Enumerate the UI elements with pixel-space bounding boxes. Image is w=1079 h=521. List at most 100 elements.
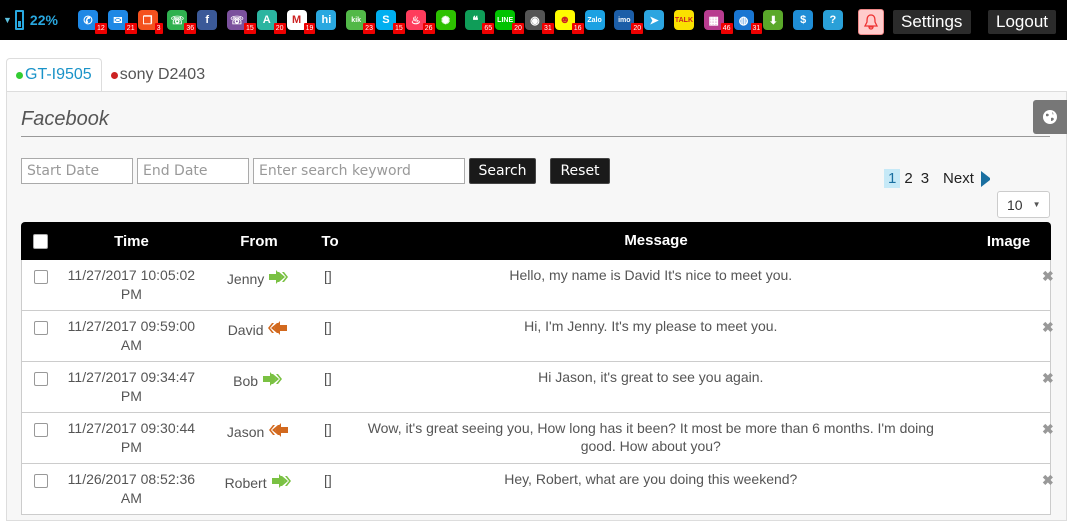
- header-from[interactable]: From: [204, 233, 314, 250]
- page-1-link[interactable]: 1: [884, 169, 901, 188]
- delete-icon[interactable]: ✖: [1042, 317, 1054, 336]
- header-time[interactable]: Time: [59, 232, 204, 251]
- wechat-icon[interactable]: ✺: [435, 10, 456, 30]
- message-to: []: [323, 472, 332, 488]
- row-checkbox[interactable]: [33, 423, 48, 437]
- header-image[interactable]: Image: [966, 233, 1051, 250]
- app-glyph: ⬇: [768, 14, 778, 27]
- next-page-link[interactable]: Next: [935, 168, 1002, 189]
- skype-icon[interactable]: S 15: [375, 10, 405, 34]
- app-count-badge: 46: [720, 23, 733, 34]
- end-date-field[interactable]: [137, 158, 249, 184]
- outgoing-arrow-icon: [269, 423, 289, 440]
- page-size-select[interactable]: 10 ▼: [997, 191, 1050, 218]
- tab-device-sony-d2403[interactable]: sony D2403: [102, 58, 214, 92]
- row-checkbox[interactable]: [33, 270, 48, 284]
- kakaotalk-icon[interactable]: TALK: [673, 10, 694, 30]
- copy-icon[interactable]: ❐ 3: [137, 10, 163, 34]
- tab-device-gt-i9505[interactable]: GT-I9505: [6, 58, 102, 92]
- notification-bell-icon[interactable]: [858, 9, 884, 35]
- phone-icon[interactable]: ✆ 12: [78, 10, 107, 34]
- reset-button[interactable]: Reset: [550, 158, 610, 184]
- app-glyph: kik: [351, 16, 362, 24]
- app-count-badge: 20: [273, 23, 286, 34]
- table-row[interactable]: 11/27/2017 09:30:44 PM Jason [] Wow, it's g…: [21, 413, 1054, 464]
- hi-icon[interactable]: hi: [316, 10, 337, 30]
- telegram-icon[interactable]: ➤: [644, 10, 665, 30]
- page-2-link[interactable]: 2: [900, 169, 916, 188]
- line-icon[interactable]: LINE 20: [495, 10, 524, 34]
- app-glyph: S: [382, 14, 390, 26]
- gallery-icon[interactable]: ▦ 46: [703, 10, 733, 34]
- app-count-badge: 16: [571, 23, 584, 34]
- delete-icon[interactable]: ✖: [1042, 266, 1054, 285]
- hangouts-icon[interactable]: ❝ 65: [465, 10, 495, 34]
- app-glyph: ✆: [83, 14, 93, 27]
- delete-icon[interactable]: ✖: [1042, 419, 1054, 438]
- snapchat-icon[interactable]: ☻ 16: [554, 10, 584, 34]
- header-message[interactable]: Message: [346, 232, 966, 250]
- row-checkbox[interactable]: [33, 321, 48, 335]
- viber-icon[interactable]: ☏ 15: [226, 10, 256, 34]
- pagination: 1 2 3 Next: [884, 168, 1002, 189]
- page-size-value: 10: [1007, 196, 1023, 213]
- row-select-cell: [22, 368, 60, 386]
- whatsapp-icon[interactable]: ☏ 36: [167, 10, 197, 34]
- header-to[interactable]: To: [314, 233, 346, 250]
- globe-button[interactable]: [1033, 100, 1067, 134]
- logout-button[interactable]: Logout: [988, 10, 1056, 34]
- dollar-icon[interactable]: $: [793, 10, 814, 30]
- message-from: Bob: [203, 368, 312, 389]
- row-select-cell: [22, 419, 60, 437]
- app-glyph: ☻: [558, 14, 571, 26]
- instagram-icon[interactable]: ◉ 31: [524, 10, 554, 34]
- app-glyph: LINE: [497, 16, 514, 24]
- app-count-badge: 36: [184, 23, 197, 34]
- kik-icon[interactable]: kik 23: [346, 10, 375, 34]
- a-app-icon[interactable]: A 20: [256, 10, 286, 34]
- app-icon-bar: ✆ 12 ✉ 21 ❐ 3 ☏ 36 f ☏ 15 A 20 M 19 hi kik 23 S 15 ♨ 26 ✺ ❝ 65 LI…: [78, 10, 853, 34]
- message-time: 11/27/2017 10:05:02 PM: [67, 267, 196, 302]
- download-icon[interactable]: ⬇: [763, 10, 784, 30]
- row-checkbox[interactable]: [33, 474, 48, 488]
- globe-icon: [1043, 110, 1057, 124]
- search-keyword-input[interactable]: [253, 158, 465, 184]
- delete-icon[interactable]: ✖: [1042, 368, 1054, 387]
- select-all-checkbox[interactable]: [32, 233, 48, 249]
- help-icon[interactable]: ?: [822, 10, 843, 30]
- row-select-cell: [22, 266, 60, 284]
- row-checkbox[interactable]: [33, 372, 48, 386]
- table-row[interactable]: 11/26/2017 08:52:36 AM Robert [] Hey, Rober…: [21, 464, 1054, 515]
- app-glyph: M: [291, 14, 302, 26]
- table-row[interactable]: 11/27/2017 09:59:00 AM David [] Hi, I'm Jen…: [21, 311, 1054, 362]
- caret-down-icon[interactable]: ▼: [3, 15, 12, 25]
- search-button[interactable]: Search: [469, 158, 536, 184]
- table-header: Time From To Message Image: [21, 222, 1051, 260]
- incoming-arrow-icon: [269, 270, 289, 287]
- app-glyph: ✉: [113, 14, 123, 27]
- table-row[interactable]: 11/27/2017 10:05:02 PM Jenny [] Hello, my n…: [21, 260, 1054, 311]
- top-bar: ▼ 22% ✆ 12 ✉ 21 ❐ 3 ☏ 36 f ☏ 15 A 20 M 19 hi kik 23 S 15 ♨ 26…: [0, 0, 1067, 40]
- message-to: []: [323, 319, 332, 335]
- app-glyph: Zalo: [587, 16, 602, 24]
- app-glyph: hi: [321, 14, 332, 26]
- app-glyph: ✺: [440, 14, 451, 27]
- app-count-badge: 31: [750, 23, 763, 34]
- zalo-icon[interactable]: Zalo: [584, 10, 605, 30]
- facebook-icon[interactable]: f: [197, 10, 218, 30]
- table-row[interactable]: 11/27/2017 09:34:47 PM Bob [] Hi Jason, it'…: [21, 362, 1054, 413]
- mail-icon[interactable]: ✉ 21: [107, 10, 137, 34]
- delete-icon[interactable]: ✖: [1042, 470, 1054, 489]
- caret-down-icon: ▼: [1032, 200, 1041, 209]
- app-glyph: ◉: [530, 14, 540, 27]
- gmail-icon[interactable]: M 19: [286, 10, 316, 34]
- imo-icon[interactable]: imo 20: [614, 10, 644, 34]
- tinder-icon[interactable]: ♨ 26: [405, 10, 435, 34]
- settings-button[interactable]: Settings: [893, 10, 971, 34]
- app-count-badge: 12: [95, 23, 107, 34]
- start-date-field[interactable]: [21, 158, 133, 184]
- message-to: []: [323, 370, 332, 386]
- app-count-badge: 65: [482, 23, 495, 34]
- browser-icon[interactable]: ◍ 31: [733, 10, 763, 34]
- page-3-link[interactable]: 3: [917, 169, 933, 188]
